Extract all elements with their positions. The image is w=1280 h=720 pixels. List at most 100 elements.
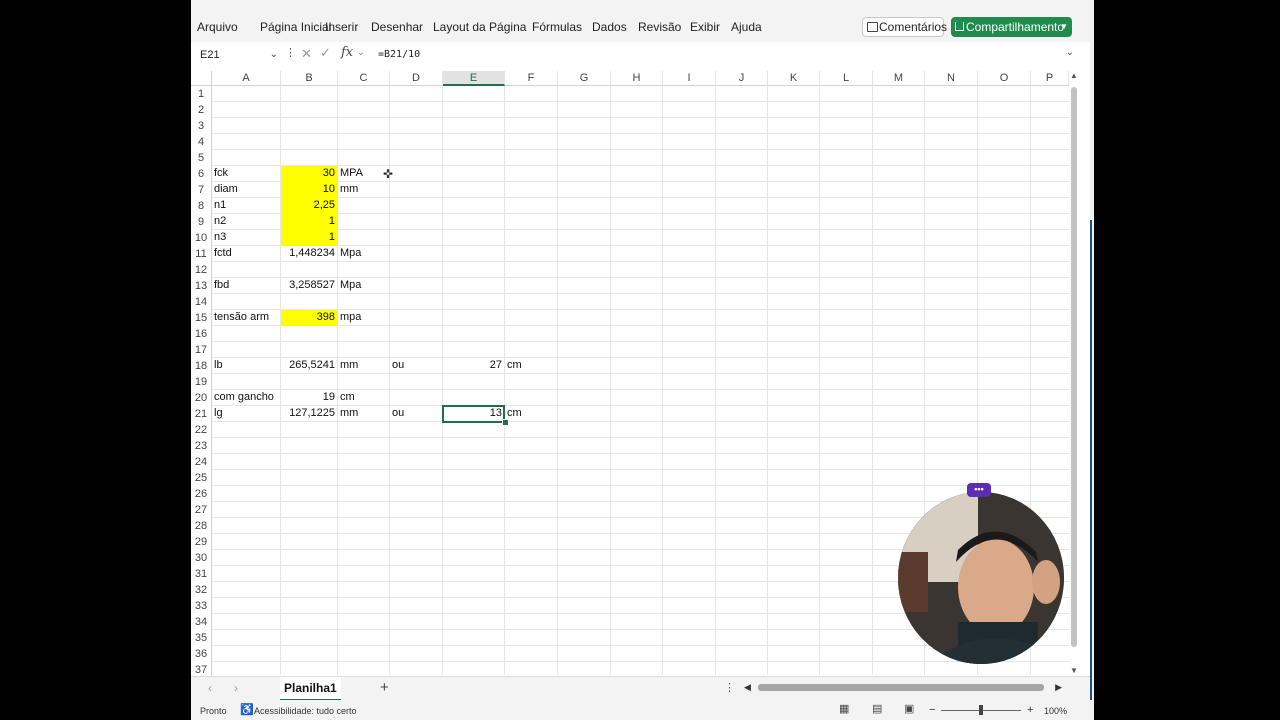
scroll-right-icon[interactable]: ▶ bbox=[1055, 682, 1062, 693]
scroll-left-icon[interactable]: ◀ bbox=[744, 682, 751, 693]
column-header-b[interactable]: B bbox=[281, 71, 338, 86]
row-header-26[interactable]: 26 bbox=[191, 486, 212, 502]
row-header-14[interactable]: 14 bbox=[191, 294, 212, 310]
column-header-l[interactable]: L bbox=[820, 71, 873, 86]
row-header-5[interactable]: 5 bbox=[191, 150, 212, 166]
cell-b21[interactable]: 127,1225 bbox=[281, 406, 337, 421]
column-header-c[interactable]: C bbox=[338, 71, 390, 86]
scroll-down-icon[interactable]: ▼ bbox=[1070, 666, 1078, 675]
cell-b11[interactable]: 1,448234 bbox=[281, 246, 337, 261]
row-header-20[interactable]: 20 bbox=[191, 390, 212, 406]
row-header-29[interactable]: 29 bbox=[191, 534, 212, 550]
cell-d18[interactable]: ou bbox=[390, 358, 406, 373]
column-header-f[interactable]: F bbox=[505, 71, 558, 86]
row-header-33[interactable]: 33 bbox=[191, 598, 212, 614]
column-header-o[interactable]: O bbox=[978, 71, 1031, 86]
column-header-h[interactable]: H bbox=[611, 71, 663, 86]
active-cell-border[interactable] bbox=[442, 405, 505, 423]
menu-pagina-inicial[interactable]: Página Inicial bbox=[260, 20, 331, 34]
row-header-27[interactable]: 27 bbox=[191, 502, 212, 518]
fill-handle[interactable] bbox=[502, 419, 509, 426]
row-header-17[interactable]: 17 bbox=[191, 342, 212, 358]
select-all-corner[interactable] bbox=[191, 71, 212, 86]
menu-inserir[interactable]: Inserir bbox=[325, 20, 358, 34]
more-options-icon[interactable]: ⋮ bbox=[285, 46, 296, 59]
row-header-2[interactable]: 2 bbox=[191, 102, 212, 118]
row-header-3[interactable]: 3 bbox=[191, 118, 212, 134]
menu-ajuda[interactable]: Ajuda bbox=[731, 20, 762, 34]
row-header-28[interactable]: 28 bbox=[191, 518, 212, 534]
row-header-18[interactable]: 18 bbox=[191, 358, 212, 374]
cell-b18[interactable]: 265,5241 bbox=[281, 358, 337, 373]
row-header-36[interactable]: 36 bbox=[191, 646, 212, 662]
row-header-34[interactable]: 34 bbox=[191, 614, 212, 630]
menu-layout-da-pagina[interactable]: Layout da Página bbox=[433, 20, 526, 34]
chevron-down-icon[interactable]: ▼ bbox=[1060, 17, 1068, 37]
zoom-out-icon[interactable]: − bbox=[929, 704, 935, 716]
cell-a15[interactable]: tensão arm bbox=[212, 310, 271, 325]
cell-b10[interactable]: 1 bbox=[281, 230, 337, 246]
cell-d21[interactable]: ou bbox=[390, 406, 406, 421]
column-header-e[interactable]: E bbox=[443, 71, 505, 86]
tab-options-icon[interactable]: ⋮ bbox=[724, 681, 735, 694]
cell-b20[interactable]: 19 bbox=[281, 390, 337, 405]
row-header-25[interactable]: 25 bbox=[191, 470, 212, 486]
row-header-32[interactable]: 32 bbox=[191, 582, 212, 598]
chevron-down-icon[interactable]: ⌄ bbox=[270, 46, 278, 64]
vertical-scrollbar[interactable]: ▲ ▼ bbox=[1069, 71, 1079, 675]
cell-f18[interactable]: cm bbox=[505, 358, 524, 373]
previous-sheet-icon[interactable]: ‹ bbox=[208, 681, 212, 695]
page-break-view-icon[interactable]: ▣ bbox=[904, 702, 914, 715]
row-header-11[interactable]: 11 bbox=[191, 246, 212, 262]
row-header-24[interactable]: 24 bbox=[191, 454, 212, 470]
accessibility-status[interactable]: Acessibilidade: tudo certo bbox=[254, 706, 357, 716]
column-header-d[interactable]: D bbox=[390, 71, 443, 86]
row-header-31[interactable]: 31 bbox=[191, 566, 212, 582]
cell-c6[interactable]: MPA bbox=[338, 166, 365, 181]
row-header-6[interactable]: 6 bbox=[191, 166, 212, 182]
cell-b13[interactable]: 3,258527 bbox=[281, 278, 337, 293]
cell-c11[interactable]: Mpa bbox=[338, 246, 363, 261]
column-header-k[interactable]: K bbox=[768, 71, 820, 86]
cell-b9[interactable]: 1 bbox=[281, 214, 337, 230]
normal-view-icon[interactable]: ▦ bbox=[839, 702, 849, 715]
zoom-level[interactable]: 100% bbox=[1044, 706, 1067, 716]
cell-b8[interactable]: 2,25 bbox=[281, 198, 337, 214]
row-header-15[interactable]: 15 bbox=[191, 310, 212, 326]
cell-a9[interactable]: n2 bbox=[212, 214, 228, 229]
cell-b7[interactable]: 10 bbox=[281, 182, 337, 198]
column-header-j[interactable]: J bbox=[716, 71, 768, 86]
add-sheet-icon[interactable]: + bbox=[380, 679, 389, 696]
cancel-icon[interactable]: ✕ bbox=[301, 46, 312, 62]
menu-dados[interactable]: Dados bbox=[592, 20, 627, 34]
row-header-22[interactable]: 22 bbox=[191, 422, 212, 438]
scroll-up-icon[interactable]: ▲ bbox=[1070, 71, 1078, 80]
cell-b15[interactable]: 398 bbox=[281, 310, 337, 326]
share-button[interactable]: Compartilhamento ▼ bbox=[951, 17, 1072, 37]
cell-a21[interactable]: lg bbox=[212, 406, 225, 421]
cell-c21[interactable]: mm bbox=[338, 406, 360, 421]
row-header-12[interactable]: 12 bbox=[191, 262, 212, 278]
menu-desenhar[interactable]: Desenhar bbox=[371, 20, 423, 34]
page-layout-view-icon[interactable]: ▤ bbox=[872, 702, 882, 715]
insert-function-button[interactable]: fx bbox=[341, 45, 353, 60]
column-header-i[interactable]: I bbox=[663, 71, 716, 86]
confirm-icon[interactable]: ✓ bbox=[320, 45, 331, 61]
cell-a7[interactable]: diam bbox=[212, 182, 240, 197]
menu-arquivo[interactable]: Arquivo bbox=[197, 20, 238, 34]
row-header-35[interactable]: 35 bbox=[191, 630, 212, 646]
menu-formulas[interactable]: Fórmulas bbox=[532, 20, 582, 34]
cell-a10[interactable]: n3 bbox=[212, 230, 228, 245]
column-header-g[interactable]: G bbox=[558, 71, 611, 86]
cell-c18[interactable]: mm bbox=[338, 358, 360, 373]
column-header-a[interactable]: A bbox=[212, 71, 281, 86]
column-header-p[interactable]: P bbox=[1031, 71, 1069, 86]
cell-a18[interactable]: lb bbox=[212, 358, 225, 373]
comments-button[interactable]: Comentários bbox=[862, 17, 947, 37]
row-header-30[interactable]: 30 bbox=[191, 550, 212, 566]
sheet-tab-planilha1[interactable]: Planilha1 bbox=[280, 677, 341, 701]
row-header-21[interactable]: 21 bbox=[191, 406, 212, 422]
menu-exibir[interactable]: Exibir bbox=[690, 20, 720, 34]
menu-revisao[interactable]: Revisão bbox=[638, 20, 681, 34]
cell-a11[interactable]: fctd bbox=[212, 246, 234, 261]
